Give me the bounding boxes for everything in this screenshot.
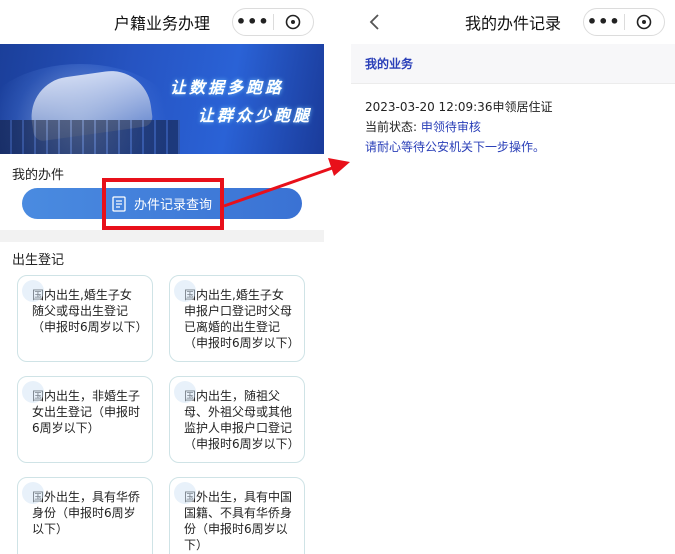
mini-program-capsule: •••	[232, 8, 314, 36]
service-card-text: 国内出生，随祖父母、外祖父母或其他监护人申报户口登记（申报时6周岁以下）	[184, 389, 294, 451]
card-decoration	[174, 280, 196, 302]
left-screen: 户籍业务办理 ••• 让数据多跑路 让群众少跑腿 我的办件 办件记录查询 出生登…	[0, 0, 324, 554]
right-screen: 我的办件记录 ••• 我的业务 2023-03-20 12:09:36申领居住证…	[351, 0, 675, 554]
right-navbar: 我的办件记录 •••	[351, 0, 675, 44]
more-dots-icon[interactable]: •••	[584, 9, 624, 35]
service-card[interactable]: 国内出生，随祖父母、外祖父母或其他监护人申报户口登记（申报时6周岁以下）	[169, 376, 305, 463]
banner-keyboard	[0, 120, 180, 154]
card-decoration	[174, 381, 196, 403]
close-circle-icon[interactable]	[274, 14, 314, 30]
red-highlight-box	[102, 178, 224, 230]
birth-registration-label: 出生登记	[12, 253, 65, 268]
card-decoration	[174, 482, 196, 504]
service-card[interactable]: 国外出生，具有华侨身份（申报时6周岁以下）	[17, 477, 153, 554]
section-divider	[0, 230, 324, 242]
banner-image: 让数据多跑路 让群众少跑腿	[0, 44, 324, 154]
status-label: 当前状态:	[365, 120, 418, 134]
service-card[interactable]: 国内出生,婚生子女申报户口登记时父母已离婚的出生登记（申报时6周岁以下）	[169, 275, 305, 362]
service-card-text: 国内出生,婚生子女随父或母出生登记（申报时6周岁以下）	[32, 288, 142, 334]
mini-program-capsule: •••	[583, 8, 665, 36]
card-decoration	[22, 280, 44, 302]
banner-slogan-line1: 让数据多跑路	[169, 78, 284, 97]
page-title: 户籍业务办理	[113, 14, 210, 33]
banner-slogan-line2: 让群众少跑腿	[197, 106, 312, 125]
card-decoration	[22, 482, 44, 504]
service-card[interactable]: 国外出生，具有中国国籍、不具有华侨身份（申报时6周岁以下）	[169, 477, 305, 554]
chevron-left-icon[interactable]	[365, 12, 385, 32]
my-business-tab[interactable]: 我的业务	[351, 44, 675, 84]
my-jobs-label: 我的办件	[12, 168, 65, 183]
card-decoration	[22, 381, 44, 403]
record-status: 当前状态: 申领待审核	[365, 118, 481, 136]
left-navbar: 户籍业务办理 •••	[0, 0, 324, 44]
my-business-label: 我的业务	[365, 57, 414, 71]
service-card-text: 国外出生，具有中国国籍、不具有华侨身份（申报时6周岁以下）	[184, 490, 293, 552]
record-hint: 请耐心等待公安机关下一步操作。	[365, 140, 546, 154]
service-card-text: 国内出生，非婚生子女出生登记（申报时6周岁以下）	[32, 389, 141, 435]
page-title: 我的办件记录	[464, 14, 561, 33]
record-datetime-type: 2023-03-20 12:09:36申领居住证	[365, 100, 553, 114]
close-circle-icon[interactable]	[625, 14, 665, 30]
service-card[interactable]: 国内出生,婚生子女随父或母出生登记（申报时6周岁以下）	[17, 275, 153, 362]
service-card[interactable]: 国内出生，非婚生子女出生登记（申报时6周岁以下）	[17, 376, 153, 463]
status-value: 申领待审核	[420, 120, 481, 134]
more-dots-icon[interactable]: •••	[233, 9, 273, 35]
service-card-text: 国外出生，具有华侨身份（申报时6周岁以下）	[32, 490, 141, 536]
service-card-text: 国内出生,婚生子女申报户口登记时父母已离婚的出生登记（申报时6周岁以下）	[184, 288, 294, 350]
